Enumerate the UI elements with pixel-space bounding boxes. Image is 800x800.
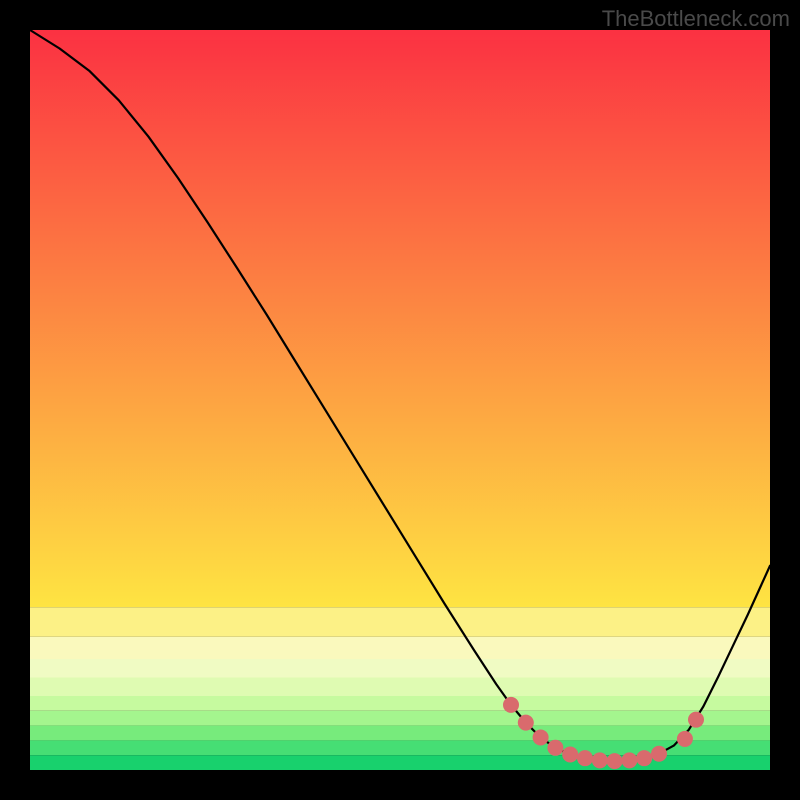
highlight-dot (562, 746, 578, 762)
watermark-text: TheBottleneck.com (602, 6, 790, 32)
gradient-band (30, 659, 770, 678)
highlight-dot (592, 752, 608, 768)
highlight-dot (547, 740, 563, 756)
highlight-dot (577, 750, 593, 766)
gradient-band (30, 696, 770, 711)
gradient-band (30, 726, 770, 741)
highlight-dot (651, 746, 667, 762)
highlight-dot (607, 753, 623, 769)
highlight-dot (621, 752, 637, 768)
chart-svg (0, 0, 800, 800)
gradient-band (30, 637, 770, 659)
highlight-dot (533, 729, 549, 745)
gradient-band (30, 607, 770, 637)
chart-container: TheBottleneck.com (0, 0, 800, 800)
highlight-dot (518, 715, 534, 731)
highlight-dot (677, 731, 693, 747)
gradient-band (30, 678, 770, 697)
gradient-band (30, 711, 770, 726)
highlight-dot (503, 697, 519, 713)
highlight-dot (636, 750, 652, 766)
gradient-band (30, 30, 770, 607)
highlight-dot (688, 712, 704, 728)
